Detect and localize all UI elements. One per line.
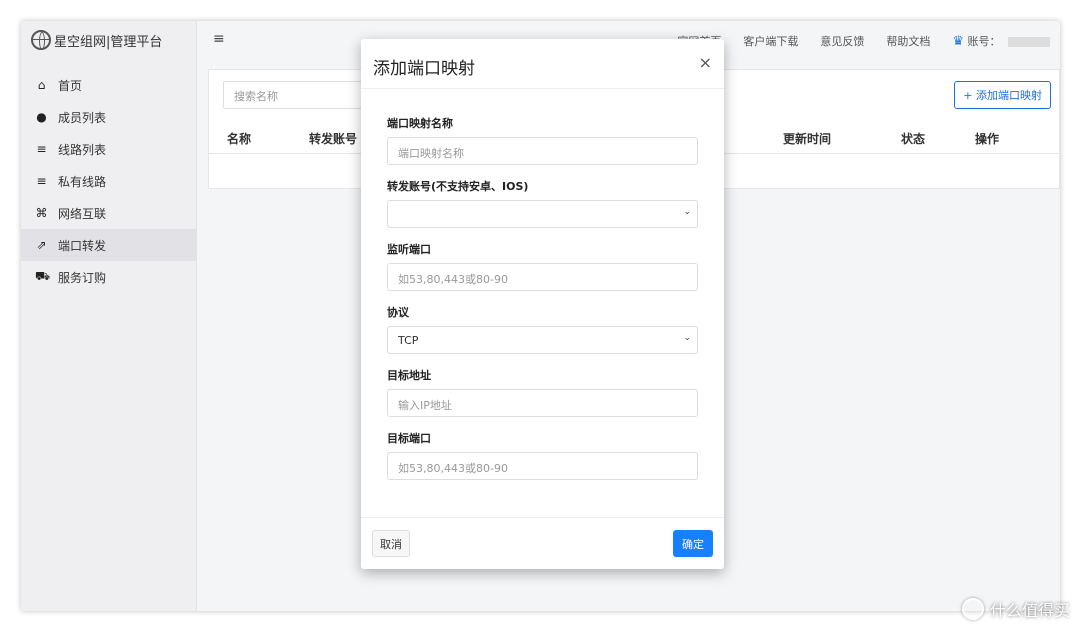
sidebar-item-label: 私有线路	[58, 174, 107, 189]
chevron-down-icon: ⌄	[683, 207, 691, 217]
sidebar-item-network[interactable]: ⌘ 网络互联	[21, 197, 196, 229]
sidebar-item-port-forward[interactable]: ⇗ 端口转发	[21, 229, 196, 261]
brand-title: 星空组网|管理平台	[54, 34, 163, 50]
link-feedback[interactable]: 意见反馈	[820, 33, 864, 49]
listen-port-label: 监听端口	[387, 243, 431, 256]
confirm-button[interactable]: 确定	[673, 530, 713, 557]
sidebar-item-private-routes[interactable]: ≡ 私有线路	[21, 165, 196, 197]
user-icon: ●	[36, 110, 47, 124]
column-name[interactable]: 名称	[227, 130, 251, 147]
field-group: 监听端口 如53,80,443或80-90	[387, 241, 698, 291]
list-icon: ≡	[36, 142, 47, 156]
target-port-label: 目标端口	[387, 432, 431, 445]
field-group: 目标地址 输入IP地址	[387, 367, 698, 417]
sidebar-item-label: 网络互联	[58, 206, 107, 221]
protocol-label: 协议	[387, 306, 409, 319]
sidebar-item-members[interactable]: ● 成员列表	[21, 101, 196, 133]
network-icon: ⌘	[35, 206, 48, 220]
brand[interactable]: 星空组网|管理平台	[21, 21, 196, 59]
menu-icon[interactable]: ≡	[213, 31, 225, 47]
column-actions[interactable]: 操作	[975, 130, 999, 147]
watermark-text: 什么值得买	[989, 601, 1070, 620]
forward-account-select[interactable]: ⌄	[387, 200, 698, 228]
protocol-select[interactable]: TCP ⌄	[387, 326, 698, 354]
account-name-redacted	[1008, 37, 1050, 47]
field-group: 转发账号(不支持安卓、IOS) ⌄	[387, 178, 698, 228]
dialog-header: 添加端口映射 ×	[361, 39, 724, 89]
watermark: 什么值得买	[961, 597, 1070, 621]
field-group: 协议 TCP ⌄	[387, 304, 698, 354]
column-updated-time[interactable]: 更新时间	[783, 130, 831, 147]
mapping-name-input[interactable]: 端口映射名称	[387, 137, 698, 165]
sidebar-item-subscription[interactable]: ⛟ 服务订购	[21, 261, 196, 293]
cancel-button[interactable]: 取消	[372, 530, 410, 557]
crown-icon: ♛	[952, 34, 964, 49]
mapping-name-label: 端口映射名称	[387, 117, 453, 130]
sidebar-item-home[interactable]: ⌂ 首页	[21, 69, 196, 101]
sidebar-nav: ⌂ 首页 ● 成员列表 ≡ 线路列表 ≡ 私有线路 ⌘ 网络互联 ⇗ 端口转发	[21, 69, 196, 293]
watermark-logo-icon	[961, 598, 984, 620]
list-icon: ≡	[36, 174, 47, 188]
sidebar-item-label: 线路列表	[58, 142, 107, 157]
sidebar-item-label: 首页	[58, 78, 83, 93]
top-links: 官网首页 客户端下载 意见反馈 帮助文档 ♛ 账号：	[677, 33, 1050, 49]
search-input[interactable]: 搜索名称	[223, 81, 363, 109]
close-icon[interactable]: ×	[699, 53, 712, 72]
forward-account-label: 转发账号(不支持安卓、IOS)	[387, 180, 529, 193]
sidebar-item-label: 成员列表	[58, 110, 107, 125]
field-group: 目标端口 如53,80,443或80-90	[387, 430, 698, 480]
share-icon: ⇗	[36, 238, 47, 252]
column-status[interactable]: 状态	[901, 130, 925, 147]
listen-port-input[interactable]: 如53,80,443或80-90	[387, 263, 698, 291]
cart-icon: ⛟	[35, 269, 51, 283]
sidebar: 星空组网|管理平台 ⌂ 首页 ● 成员列表 ≡ 线路列表 ≡ 私有线路 ⌘ 网络…	[21, 21, 197, 611]
link-client-download[interactable]: 客户端下载	[743, 33, 798, 49]
add-port-mapping-dialog: 添加端口映射 × 端口映射名称 端口映射名称 转发账号(不支持安卓、IOS) ⌄…	[361, 39, 724, 569]
add-port-mapping-button[interactable]: + 添加端口映射	[954, 81, 1051, 109]
target-port-input[interactable]: 如53,80,443或80-90	[387, 452, 698, 480]
sidebar-item-label: 端口转发	[58, 238, 107, 253]
protocol-value: TCP	[398, 334, 419, 347]
globe-icon	[31, 30, 51, 50]
column-forward-account[interactable]: 转发账号	[309, 130, 357, 147]
home-icon: ⌂	[37, 78, 46, 92]
sidebar-item-routes[interactable]: ≡ 线路列表	[21, 133, 196, 165]
chevron-down-icon: ⌄	[683, 333, 691, 343]
account-label: 账号：	[967, 35, 1001, 48]
field-group: 端口映射名称 端口映射名称	[387, 115, 698, 165]
target-address-label: 目标地址	[387, 369, 431, 382]
dialog-title: 添加端口映射	[373, 59, 475, 79]
link-help-docs[interactable]: 帮助文档	[886, 33, 930, 49]
dialog-footer: 取消 确定	[361, 517, 724, 569]
port-mapping-form: 端口映射名称 端口映射名称 转发账号(不支持安卓、IOS) ⌄ 监听端口 如53…	[387, 115, 698, 493]
target-address-input[interactable]: 输入IP地址	[387, 389, 698, 417]
account-menu[interactable]: ♛ 账号：	[952, 33, 1050, 49]
sidebar-item-label: 服务订购	[58, 270, 107, 285]
